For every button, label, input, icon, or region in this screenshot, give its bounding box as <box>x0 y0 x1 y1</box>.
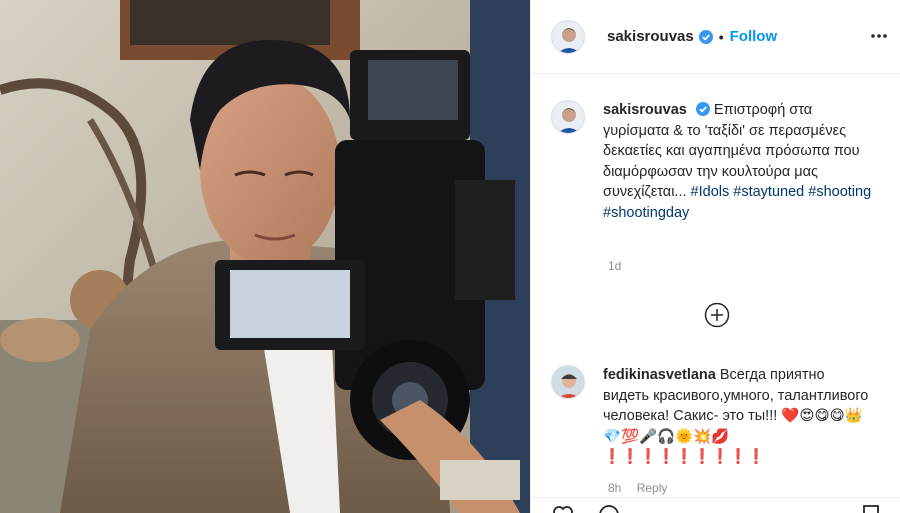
avatar-image <box>552 20 584 53</box>
comment-timestamp[interactable]: 8h <box>608 481 621 495</box>
follow-button[interactable]: Follow <box>730 28 778 45</box>
comment-meta: 8h Reply <box>608 481 679 495</box>
comment-username[interactable]: fedikinasvetlana <box>603 367 716 383</box>
more-options-icon[interactable] <box>869 26 889 46</box>
avatar-image <box>552 366 584 398</box>
header-username[interactable]: sakisrouvas <box>607 28 694 45</box>
comment-text-block: fedikinasvetlana Всегда приятно видеть к… <box>603 365 873 468</box>
actions-divider <box>531 497 900 498</box>
post-side-panel: sakisrouvas • Follow sakisrouvas Επιστρο… <box>530 0 900 513</box>
bookmark-icon[interactable] <box>859 503 883 513</box>
post-caption: sakisrouvas Επιστροφή στα γυρίσματα & το… <box>551 100 881 223</box>
caption-text-block: sakisrouvas Επιστροφή στα γυρίσματα & το… <box>603 100 873 223</box>
post-header: sakisrouvas • Follow <box>531 0 900 74</box>
hashtag-link[interactable]: #shooting <box>808 184 871 200</box>
caption-avatar[interactable] <box>551 100 585 134</box>
caption-timestamp[interactable]: 1d <box>608 259 621 273</box>
avatar-image <box>552 101 584 133</box>
reply-button[interactable]: Reply <box>637 481 668 495</box>
heart-icon[interactable] <box>551 503 575 513</box>
comment-icon[interactable] <box>597 503 621 513</box>
separator-dot: • <box>718 28 724 45</box>
post-image <box>0 0 530 513</box>
comment-avatar[interactable] <box>551 365 585 399</box>
comment-item: fedikinasvetlana Всегда приятно видеть к… <box>551 365 881 468</box>
verified-badge-icon <box>698 29 713 44</box>
hashtag-link[interactable]: #staytuned <box>733 184 804 200</box>
hashtag-link[interactable]: #Idols <box>691 184 730 200</box>
avatar[interactable] <box>551 19 585 54</box>
post-photo[interactable] <box>0 0 530 513</box>
caption-username[interactable]: sakisrouvas <box>603 102 687 118</box>
plus-circle-icon[interactable] <box>704 302 730 328</box>
verified-badge-icon <box>695 102 710 116</box>
hashtag-link[interactable]: #shootingday <box>603 205 689 221</box>
